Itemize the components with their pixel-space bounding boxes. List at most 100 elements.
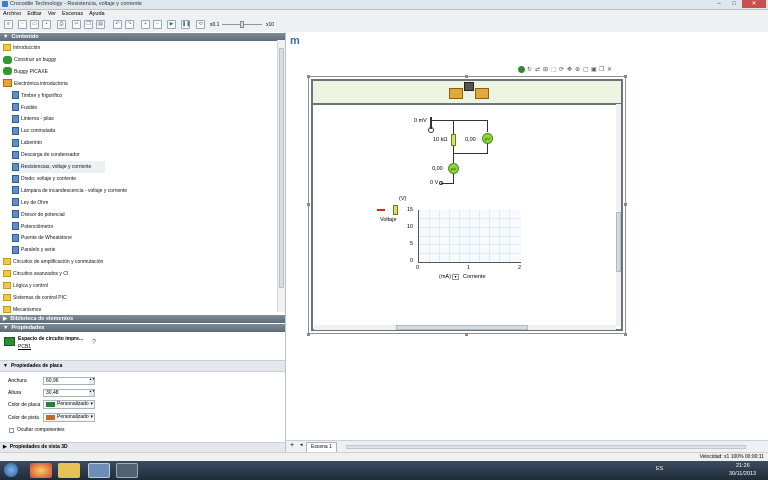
speed-slider-handle[interactable] (240, 21, 244, 28)
tree-scrollbar[interactable] (277, 40, 285, 312)
scene-hscroll[interactable] (346, 445, 746, 449)
view3d-header[interactable]: ▶ Propiedades de vista 3D (0, 442, 285, 452)
board-close-icon[interactable]: ✕ (607, 66, 612, 73)
cut-icon[interactable]: ✂ (72, 20, 81, 29)
open-contents-icon[interactable]: ≡ (4, 20, 13, 29)
save-icon[interactable]: ▪ (42, 20, 51, 29)
paste-icon[interactable]: ▤ (96, 20, 105, 29)
tree-item[interactable]: Electrónica introductoria (3, 78, 68, 90)
tree-item[interactable]: Circuitos de amplificación y conmutación (3, 256, 103, 268)
resize-handle[interactable] (307, 75, 310, 78)
new-file-icon[interactable]: ▫ (18, 20, 27, 29)
start-button-icon[interactable] (4, 463, 18, 477)
layers-icon[interactable]: ▣ (591, 66, 597, 73)
grid-icon[interactable]: ⊞ (543, 66, 548, 73)
chrome-icon[interactable] (30, 463, 52, 478)
tree-item[interactable]: Mecanismos (3, 304, 41, 316)
tree-item[interactable]: Lógica y control (3, 280, 48, 292)
tab-escena-1[interactable]: Escena 1 (306, 442, 337, 452)
help-icon[interactable]: ? (92, 339, 96, 346)
tree-item[interactable]: Divisor de potencial (12, 209, 65, 221)
resize-handle[interactable] (307, 333, 310, 336)
pause-icon[interactable]: ❚❚ (181, 20, 190, 29)
legend-probe-icon[interactable] (393, 205, 398, 215)
rewind-icon[interactable]: ⟲ (196, 20, 205, 29)
minimize-button[interactable]: – (712, 0, 726, 8)
tree-item[interactable]: Luz conmutada (12, 125, 55, 137)
print-icon[interactable]: ⎙ (57, 20, 66, 29)
zoom-in-icon[interactable]: + (141, 20, 150, 29)
resize-handle[interactable] (465, 333, 468, 336)
resistor-icon[interactable] (451, 134, 456, 146)
flip-icon[interactable]: ⇄ (535, 66, 540, 73)
tree-item[interactable]: Buggy PICAXE (3, 66, 48, 78)
object-id[interactable]: PCB1 (18, 344, 31, 350)
copy-icon[interactable]: ❐ (84, 20, 93, 29)
menu-editar[interactable]: Editar (27, 11, 41, 17)
redo-icon[interactable]: ↷ (125, 20, 134, 29)
file-explorer-icon[interactable] (58, 463, 80, 478)
menu-ayuda[interactable]: Ayuda (89, 11, 105, 17)
language-indicator[interactable]: ES (656, 466, 663, 472)
right-clip-icon[interactable] (475, 88, 489, 99)
add-scene-icon[interactable]: + (290, 442, 294, 449)
tree-item[interactable]: Linterna - pilas (12, 113, 54, 125)
move-icon[interactable]: ✥ (567, 66, 572, 73)
resize-handle[interactable] (465, 75, 468, 78)
board-vscroll[interactable] (616, 104, 621, 326)
spin-arrows-icon[interactable]: ▲▼ (89, 378, 95, 384)
tree-item[interactable]: Laberinto (12, 137, 42, 149)
zoom-board-icon[interactable]: ⊕ (575, 66, 580, 73)
window-icon[interactable]: ❐ (599, 66, 604, 73)
scene-nav-icon[interactable]: ◂ (300, 442, 303, 448)
tree-item[interactable]: Fusible (12, 102, 37, 114)
tree-item[interactable]: Paralelo y serie (12, 244, 55, 256)
track-color-select[interactable]: Personalizado ▾ (43, 413, 95, 422)
spin-arrows-icon[interactable]: ▲▼ (89, 390, 95, 396)
resize-handle[interactable] (624, 333, 627, 336)
tree-item[interactable]: Introducción (3, 42, 40, 54)
open-file-icon[interactable]: ▭ (30, 20, 39, 29)
tree-item[interactable]: Circuitos avanzados y CI (3, 268, 68, 280)
close-button[interactable]: ✕ (742, 0, 766, 8)
tree-item[interactable]: Lámpara de incandescencia - voltaje y co… (12, 185, 127, 197)
tree-item[interactable]: Sistemas de control PIC (3, 292, 67, 304)
undo-icon[interactable]: ↶ (113, 20, 122, 29)
library-header[interactable]: ▶ Biblioteca de elementos (0, 315, 285, 323)
board-hscroll-thumb[interactable] (396, 325, 528, 330)
window-app-icon[interactable] (116, 463, 138, 478)
probe-icon[interactable] (464, 82, 474, 91)
menu-archivo[interactable]: Archivo (3, 11, 21, 17)
board-color-select[interactable]: Personalizado ▾ (43, 400, 95, 409)
properties-header[interactable]: ▼ Propiedades (0, 324, 285, 332)
ground-terminal-icon[interactable] (439, 181, 443, 185)
height-input[interactable]: 30,48 ▲▼ (43, 389, 95, 397)
tree-item[interactable]: Resistencias, voltaje y corriente (12, 161, 106, 173)
tree-item[interactable]: Ley de Ohm (12, 197, 48, 209)
clock-date[interactable]: 30/11/2013 (729, 471, 756, 477)
clock-time[interactable]: 21:26 (736, 463, 750, 469)
tree-scrollbar-thumb[interactable] (279, 48, 284, 288)
resize-handle[interactable] (624, 203, 627, 206)
maximize-button[interactable]: □ (727, 0, 741, 8)
menu-escenas[interactable]: Escenas (62, 11, 83, 17)
x-unit-dropdown-icon[interactable]: ▾ (452, 274, 459, 280)
graph-plot-area[interactable] (418, 210, 521, 263)
tree-item[interactable]: Potenciómetro (12, 221, 53, 233)
zoom-out-icon[interactable]: − (153, 20, 162, 29)
rotate-icon[interactable]: ↻ (527, 66, 532, 73)
source-terminal-icon[interactable] (428, 127, 434, 133)
ammeter-icon[interactable]: µA (448, 163, 459, 174)
board-hscroll[interactable] (314, 325, 616, 330)
tree-item[interactable]: Timbre y frigorífico (12, 90, 62, 102)
voltmeter-icon[interactable]: µV (482, 133, 493, 144)
pcb-view-icon[interactable] (518, 66, 525, 73)
tree-item[interactable]: Construir un buggy (3, 54, 56, 66)
circuit-board[interactable] (311, 79, 623, 331)
resize-handle[interactable] (624, 75, 627, 78)
fit-icon[interactable]: ▢ (583, 66, 589, 73)
tree-item[interactable]: Descarga de condensador (12, 149, 80, 161)
tree-item[interactable]: Puente de Wheatstone (12, 232, 72, 244)
contents-header[interactable]: ▼ Contenido (0, 33, 285, 41)
play-icon[interactable]: ▶ (167, 20, 176, 29)
